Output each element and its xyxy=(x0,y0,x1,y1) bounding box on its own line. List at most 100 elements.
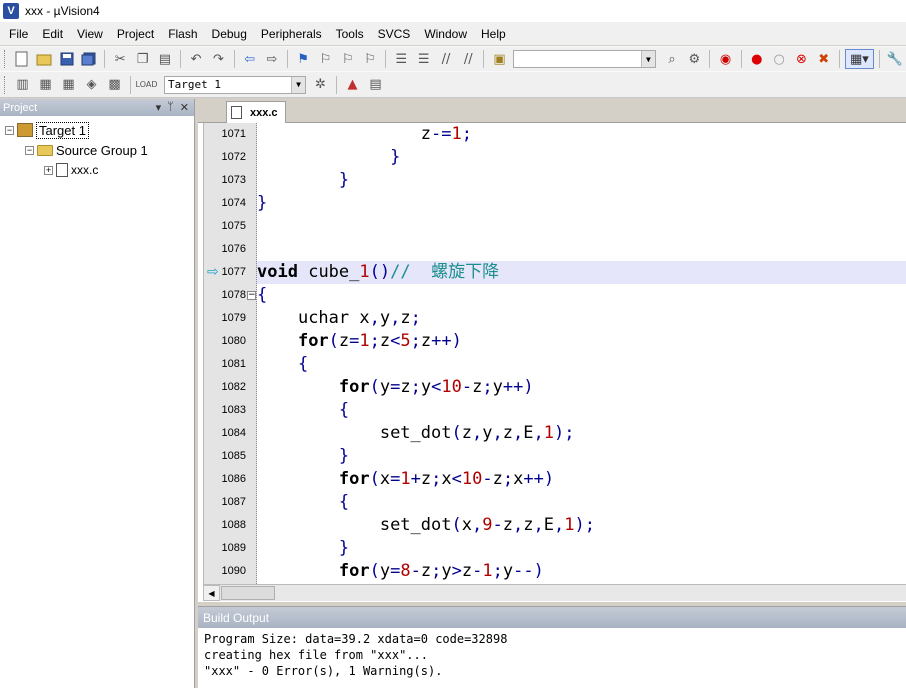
toolbar-separator xyxy=(287,50,289,68)
menu-peripherals[interactable]: Peripherals xyxy=(254,27,329,41)
indent-icon[interactable]: ☰ xyxy=(391,49,411,69)
code-keyword: for xyxy=(297,331,329,351)
cut-icon[interactable]: ✂ xyxy=(110,49,130,69)
tree-item-target[interactable]: − Target 1 xyxy=(5,121,89,139)
current-line-arrow-icon: ⇨ xyxy=(207,264,219,280)
bookmark-next-icon[interactable]: ⚐ xyxy=(338,49,358,69)
collapse-icon[interactable]: − xyxy=(5,125,14,135)
collapse-icon[interactable]: − xyxy=(25,145,34,155)
breakpoint-disable-all-icon[interactable]: ⊗ xyxy=(791,49,811,69)
close-icon[interactable]: ✕ xyxy=(180,101,189,114)
tab-xxx-c[interactable]: xxx.c xyxy=(226,101,286,123)
line-number: 1089 xyxy=(221,542,246,554)
menu-project[interactable]: Project xyxy=(110,27,161,41)
line-number: 1073 xyxy=(221,174,246,186)
scrollbar-thumb[interactable] xyxy=(221,586,275,600)
fold-collapse-icon[interactable]: − xyxy=(247,291,256,300)
paste-icon[interactable]: ▤ xyxy=(155,49,175,69)
breakpoint-insert-icon[interactable]: ● xyxy=(747,49,767,69)
undo-icon[interactable]: ↶ xyxy=(186,49,206,69)
project-panel: Project ▾ ᛘ ✕ − Target 1 − Source Group … xyxy=(0,99,195,688)
line-number: 1075 xyxy=(221,220,246,232)
incremental-find-icon[interactable]: ⚙ xyxy=(684,49,704,69)
open-folder-icon[interactable] xyxy=(34,49,54,69)
project-panel-title: Project xyxy=(3,101,38,114)
find-in-files-icon[interactable]: ▣ xyxy=(489,49,509,69)
save-icon[interactable] xyxy=(57,49,77,69)
menu-file[interactable]: File xyxy=(2,27,35,41)
new-file-icon[interactable] xyxy=(12,49,32,69)
toolbar-separator xyxy=(104,50,106,68)
batch-build-icon[interactable]: ◈ xyxy=(81,75,102,95)
scroll-left-icon[interactable]: ◀ xyxy=(203,585,220,601)
manage-components-icon[interactable]: ▲ xyxy=(342,75,363,95)
bookmark-clear-icon[interactable]: ⚐ xyxy=(360,49,380,69)
tree-item-source-group[interactable]: − Source Group 1 xyxy=(25,141,148,159)
nav-forward-icon[interactable]: ⇨ xyxy=(262,49,282,69)
panel-menu-icon[interactable]: ▾ xyxy=(156,101,162,114)
debug-session-icon[interactable]: ◉ xyxy=(715,49,735,69)
line-number: 1088 xyxy=(221,519,246,531)
window-layout-icon[interactable]: ▦▾ xyxy=(844,49,874,69)
breakpoint-disable-icon[interactable]: ○ xyxy=(769,49,789,69)
code-line-1073: } xyxy=(338,170,350,190)
find-icon[interactable]: ⌕ xyxy=(662,49,682,69)
menu-bar: File Edit View Project Flash Debug Perip… xyxy=(0,22,906,45)
tree-item-file[interactable]: + xxx.c xyxy=(44,161,98,179)
toolbar-separator xyxy=(878,50,880,68)
code-line-1074: } xyxy=(257,193,268,213)
menu-flash[interactable]: Flash xyxy=(161,27,204,41)
toolbar-separator xyxy=(179,50,181,68)
expand-icon[interactable]: + xyxy=(44,165,53,175)
chevron-down-icon[interactable]: ▼ xyxy=(640,51,655,67)
find-combo[interactable]: ▼ xyxy=(512,50,656,68)
code-line-1083: { xyxy=(338,400,350,420)
redo-icon[interactable]: ↷ xyxy=(208,49,228,69)
toolbar-grip[interactable] xyxy=(4,50,7,68)
stop-build-icon[interactable]: ▩ xyxy=(104,75,125,95)
target-options-icon[interactable]: ✲ xyxy=(310,75,331,95)
rebuild-icon[interactable]: ▦ xyxy=(58,75,79,95)
target-select[interactable]: Target 1 ▼ xyxy=(164,75,306,94)
menu-view[interactable]: View xyxy=(70,27,110,41)
line-number: 1079 xyxy=(221,312,246,324)
menu-help[interactable]: Help xyxy=(474,27,513,41)
copy-icon[interactable]: ❐ xyxy=(132,49,152,69)
uncomment-icon[interactable]: // xyxy=(458,49,478,69)
menu-tools[interactable]: Tools xyxy=(329,27,371,41)
configure-icon[interactable]: 🔧 xyxy=(885,49,905,69)
menu-edit[interactable]: Edit xyxy=(35,27,70,41)
bookmark-prev-icon[interactable]: ⚐ xyxy=(315,49,335,69)
breakpoint-kill-all-icon[interactable]: ✖ xyxy=(814,49,834,69)
line-number: 1082 xyxy=(221,381,246,393)
download-icon[interactable]: LOAD xyxy=(136,75,158,95)
code-line-1085: } xyxy=(338,446,350,466)
code-keyword: for xyxy=(338,469,370,489)
line-number-gutter[interactable]: 1071 1072 1073 1074 1075 1076 1077 1078 … xyxy=(203,123,257,584)
tree-label-group: Source Group 1 xyxy=(56,142,148,158)
pin-icon[interactable]: ᛘ xyxy=(167,101,174,114)
horizontal-scrollbar[interactable]: ◀ xyxy=(203,584,906,601)
menu-debug[interactable]: Debug xyxy=(205,27,254,41)
code-view[interactable]: z-=1; } } } void cube_1()// 螺旋下降 { uchar… xyxy=(257,123,906,584)
save-all-icon[interactable] xyxy=(79,49,99,69)
toolbar-grip[interactable] xyxy=(4,75,7,94)
comment-icon[interactable]: // xyxy=(436,49,456,69)
manage-books-icon[interactable]: ▤ xyxy=(365,75,386,95)
unindent-icon[interactable]: ☰ xyxy=(414,49,434,69)
code-comment: // 螺旋下降 xyxy=(390,262,500,282)
menu-svcs[interactable]: SVCS xyxy=(371,27,418,41)
bookmark-toggle-icon[interactable]: ⚑ xyxy=(293,49,313,69)
current-line-highlight: void cube_1()// 螺旋下降 xyxy=(257,261,906,284)
tree-label-target: Target 1 xyxy=(36,121,89,139)
build-icon[interactable]: ▦ xyxy=(35,75,56,95)
c-file-icon xyxy=(231,106,242,119)
translate-icon[interactable]: ▥ xyxy=(12,75,33,95)
menu-window[interactable]: Window xyxy=(417,27,474,41)
code-line-1082: (y=z;y<10-z;y++) xyxy=(369,377,534,397)
nav-back-icon[interactable]: ⇦ xyxy=(240,49,260,69)
project-panel-header: Project ▾ ᛘ ✕ xyxy=(0,99,194,116)
line-number: 1080 xyxy=(221,335,246,347)
editor-area: xxx.c 1071 1072 1073 1074 1075 1076 1077… xyxy=(198,99,906,602)
chevron-down-icon[interactable]: ▼ xyxy=(291,76,305,93)
